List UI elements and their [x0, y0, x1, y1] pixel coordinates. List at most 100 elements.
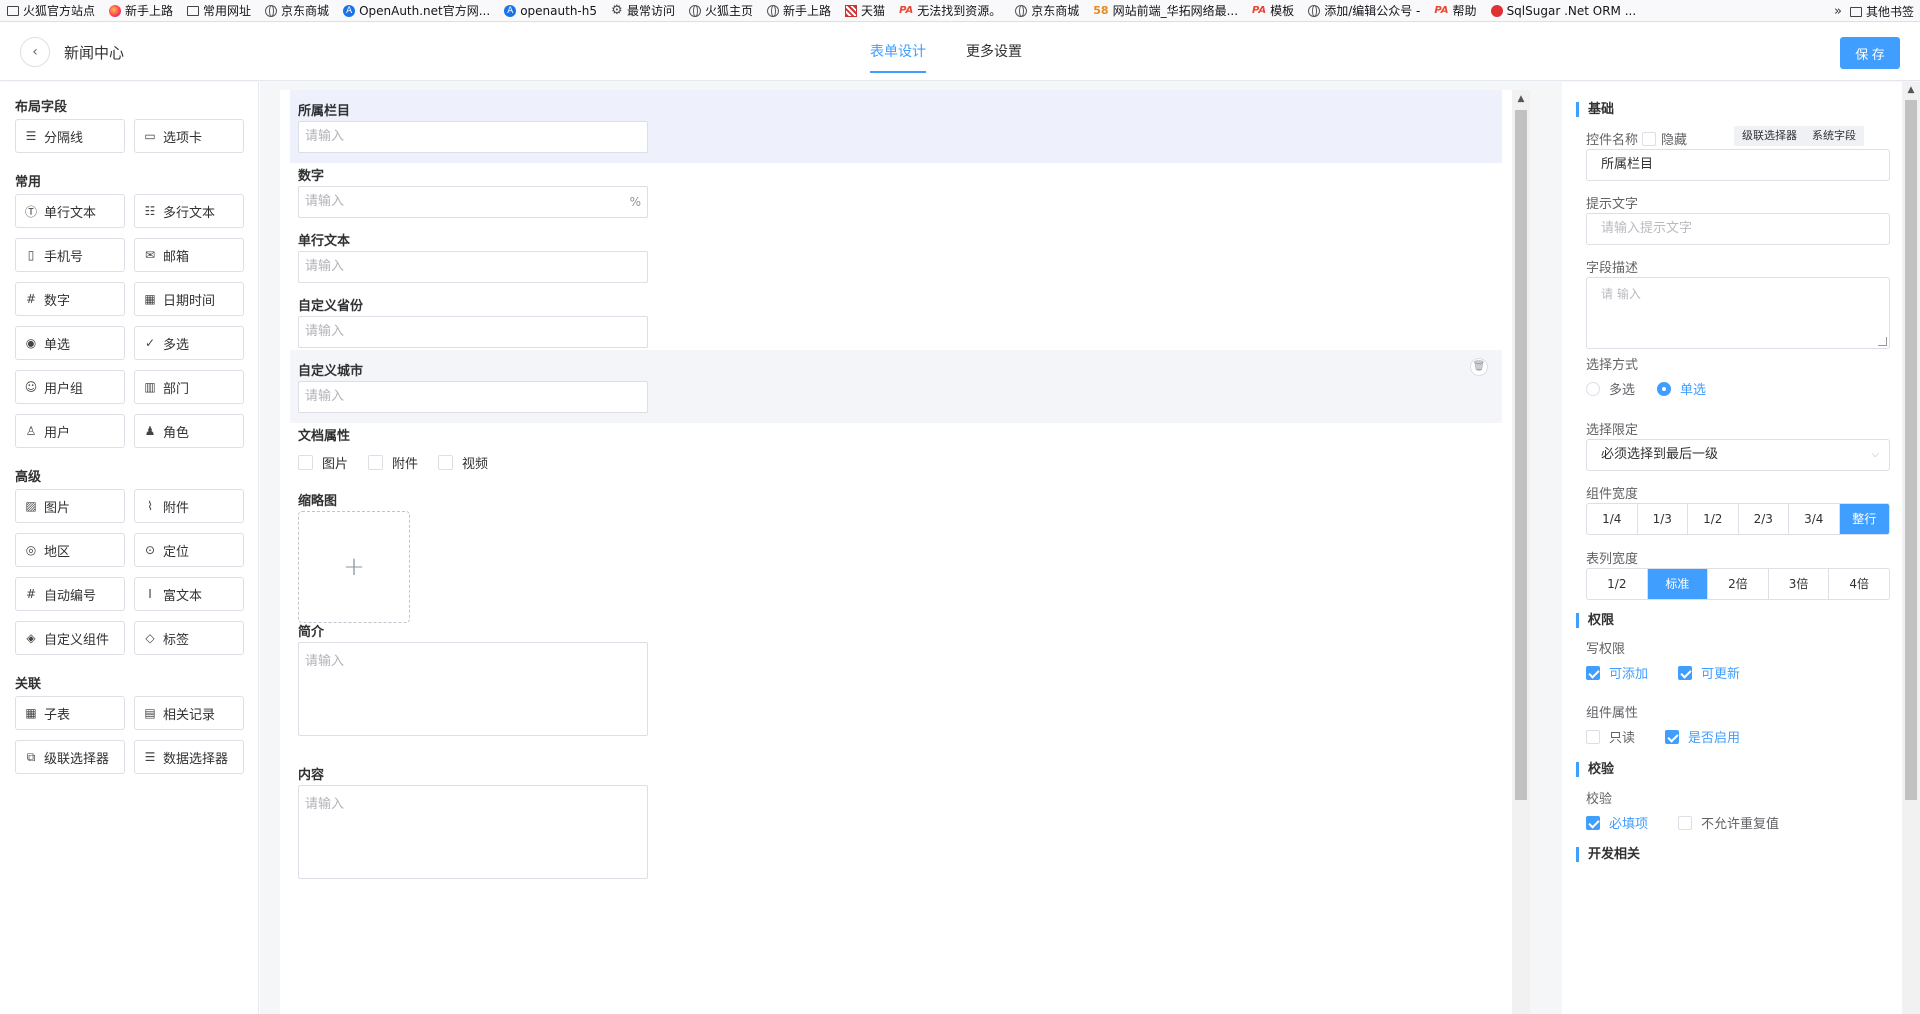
palette-item[interactable]: ⧉ 级联选择器 — [15, 740, 125, 774]
chk-enabled[interactable]: 是否启用 — [1665, 727, 1740, 746]
delete-icon[interactable]: 🗑 — [1470, 358, 1488, 376]
palette-item[interactable]: ▦ 子表 — [15, 696, 125, 730]
back-button[interactable]: ‹ — [20, 37, 50, 67]
bookmark-item[interactable]: 京东商城 — [258, 0, 336, 22]
palette-item[interactable]: ◎ 地区 — [15, 533, 125, 567]
summary-textarea[interactable]: 请输入 — [298, 642, 648, 736]
bookmark-item[interactable]: SqlSugar .Net ORM ... — [1484, 0, 1644, 22]
palette-item[interactable]: # 自动编号 — [15, 577, 125, 611]
scroll-thumb[interactable] — [1905, 100, 1917, 800]
segment-option[interactable]: 2倍 — [1708, 569, 1769, 599]
radio-single[interactable]: 单选 — [1657, 379, 1706, 398]
form-field-column[interactable]: 所属栏目 请输入 — [290, 90, 1502, 163]
checkbox[interactable] — [1586, 665, 1600, 680]
palette-item[interactable]: ◈ 自定义组件 — [15, 621, 125, 655]
doc-attr-video[interactable]: 视频 — [438, 453, 488, 472]
form-field-text[interactable]: 单行文本 请输入 — [290, 220, 1502, 293]
segment-option[interactable]: 4倍 — [1829, 569, 1889, 599]
chk-readonly[interactable]: 只读 — [1586, 727, 1635, 746]
tab-form-design[interactable]: 表单设计 — [870, 23, 926, 81]
segment-option[interactable]: 1/3 — [1638, 504, 1688, 534]
field-input[interactable]: 请输入 — [298, 251, 648, 283]
palette-item[interactable]: ▥ 部门 — [134, 370, 244, 404]
chk-unique[interactable]: 不允许重复值 — [1678, 813, 1779, 832]
hint-input[interactable]: 请输入提示文字 — [1586, 213, 1890, 245]
bookmark-item[interactable]: 添加/编辑公众号 - — [1301, 0, 1427, 22]
segment-option[interactable]: 3倍 — [1769, 569, 1830, 599]
field-input[interactable]: 请输入 — [298, 121, 648, 153]
doc-attr-attachment[interactable]: 附件 — [368, 453, 418, 472]
form-field-summary[interactable]: 简介 请输入 — [290, 611, 1502, 746]
radio-multi[interactable]: 多选 — [1586, 379, 1635, 398]
checkbox[interactable] — [1586, 815, 1600, 830]
tab-more-settings[interactable]: 更多设置 — [966, 23, 1022, 81]
bookmark-item[interactable]: 天猫 — [838, 0, 892, 22]
content-textarea[interactable]: 请输入 — [298, 785, 648, 879]
radio-dot[interactable] — [1657, 381, 1672, 396]
segment-option[interactable]: 3/4 — [1789, 504, 1840, 534]
palette-item[interactable]: ⌇ 附件 — [134, 489, 244, 523]
palette-item[interactable]: ⊙ 定位 — [134, 533, 244, 567]
bookmark-item[interactable]: 新手上路 — [760, 0, 838, 22]
field-input[interactable]: 请输入% — [298, 186, 648, 218]
hide-checkbox[interactable]: 隐藏 — [1642, 129, 1687, 148]
checkbox[interactable] — [1642, 131, 1656, 146]
palette-item[interactable]: ✉ 邮箱 — [134, 238, 244, 272]
palette-item[interactable]: # 数字 — [15, 282, 125, 316]
palette-item[interactable]: ☰ 数据选择器 — [134, 740, 244, 774]
palette-item[interactable]: ♙ 用户 — [15, 414, 125, 448]
palette-item[interactable]: ☺ 用户组 — [15, 370, 125, 404]
checkbox[interactable] — [438, 455, 454, 470]
checkbox[interactable] — [1678, 665, 1693, 680]
segment-option[interactable]: 整行 — [1839, 504, 1889, 534]
chk-can-add[interactable]: 可添加 — [1586, 663, 1648, 682]
bookmark-item[interactable]: ⚙ 最常访问 — [604, 0, 682, 22]
other-bookmarks[interactable]: 其他书签 — [1849, 0, 1914, 22]
chk-can-update[interactable]: 可更新 — [1678, 663, 1740, 682]
bookmark-item[interactable]: A OpenAuth.net官方网... — [336, 0, 497, 22]
bookmark-item[interactable]: 京东商城 — [1008, 0, 1086, 22]
form-field-province[interactable]: 自定义省份 请输入 — [290, 285, 1502, 358]
chevron-more-icon[interactable]: » — [1834, 4, 1842, 19]
bookmark-item[interactable]: 常用网址 — [180, 0, 258, 22]
canvas-scrollbar[interactable]: ▲ — [1512, 90, 1530, 1014]
upload-box[interactable]: + — [298, 511, 410, 623]
palette-item[interactable]: ✓ 多选 — [134, 326, 244, 360]
bookmark-item[interactable]: Aopenauth-h5 — [497, 0, 604, 22]
bookmark-item[interactable]: 火狐主页 — [682, 0, 760, 22]
ctrl-name-input[interactable]: 所属栏目 — [1586, 149, 1890, 181]
bookmark-item[interactable]: 58 网站前端_华拓网络最... — [1086, 0, 1245, 22]
palette-item[interactable]: ☰ 分隔线 — [15, 119, 125, 153]
field-input[interactable]: 请输入 — [298, 316, 648, 348]
palette-item[interactable]: ◇ 标签 — [134, 621, 244, 655]
palette-item[interactable]: Ⅰ 富文本 — [134, 577, 244, 611]
palette-item[interactable]: ▤ 相关记录 — [134, 696, 244, 730]
cascade-selector-button[interactable]: 级联选择器 — [1734, 126, 1805, 146]
checkbox[interactable] — [1586, 729, 1600, 744]
bookmark-item[interactable]: PA 无法找到资源。 — [892, 0, 1008, 22]
palette-item[interactable]: ▯ 手机号 — [15, 238, 125, 272]
select-limit-dropdown[interactable]: 必须选择到最后一级 ⌵ — [1586, 439, 1890, 471]
palette-item[interactable]: ▦ 日期时间 — [134, 282, 244, 316]
radio-dot[interactable] — [1586, 381, 1600, 396]
checkbox[interactable] — [1665, 729, 1680, 744]
checkbox[interactable] — [1678, 815, 1693, 830]
bookmark-item[interactable]: PA 模板 — [1245, 0, 1301, 22]
palette-item[interactable]: ▨ 图片 — [15, 489, 125, 523]
palette-item[interactable]: ♟ 角色 — [134, 414, 244, 448]
doc-attr-image[interactable]: 图片 — [298, 453, 348, 472]
checkbox[interactable] — [298, 455, 313, 470]
scroll-thumb[interactable] — [1515, 110, 1527, 800]
palette-item[interactable]: Ⓣ 单行文本 — [15, 194, 125, 228]
scroll-up-icon[interactable]: ▲ — [1902, 82, 1920, 98]
form-field-city[interactable]: 自定义城市 请输入 🗑 — [290, 350, 1502, 423]
scroll-up-icon[interactable]: ▲ — [1512, 90, 1530, 108]
form-field-content[interactable]: 内容 请输入 — [290, 754, 1502, 889]
palette-item[interactable]: ▭ 选项卡 — [134, 119, 244, 153]
system-field-button[interactable]: 系统字段 — [1804, 126, 1864, 146]
save-button[interactable]: 保 存 — [1840, 37, 1900, 69]
segment-option[interactable]: 2/3 — [1739, 504, 1789, 534]
bookmark-item[interactable]: 新手上路 — [102, 0, 180, 22]
panel-scrollbar[interactable]: ▲ — [1902, 82, 1920, 1014]
checkbox[interactable] — [368, 455, 384, 470]
